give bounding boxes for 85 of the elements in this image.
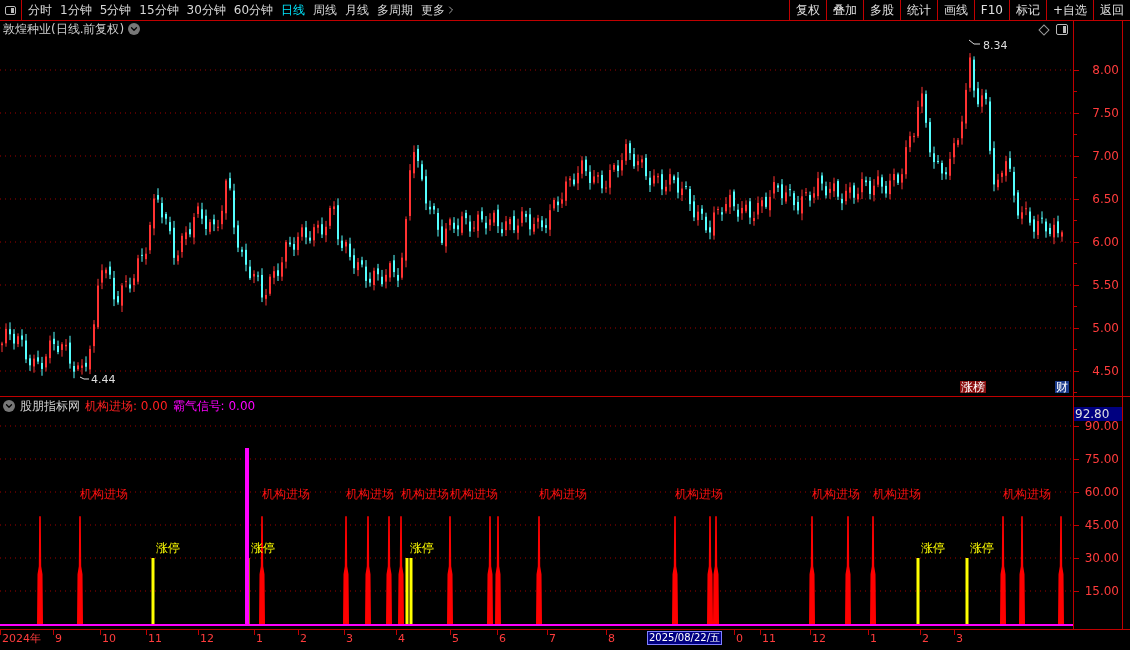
- high-price-label: 8.34: [983, 40, 1008, 51]
- time-axis-label: 2: [300, 633, 307, 644]
- period-tab[interactable]: 30分钟: [186, 4, 226, 16]
- time-axis-label: 3: [346, 633, 353, 644]
- collapse-icon[interactable]: [3, 400, 15, 412]
- limit-up-signal-bar: [151, 558, 155, 624]
- toolbar-button[interactable]: +自选: [1045, 0, 1093, 20]
- price-axis-label: 5.00: [1092, 322, 1119, 334]
- indicator-axis-label: 15.00: [1084, 585, 1119, 597]
- limit-up-label: 涨停: [921, 542, 945, 554]
- time-axis-label: 6: [499, 633, 506, 644]
- price-axis-label: 6.50: [1092, 193, 1119, 205]
- rank-badge[interactable]: 涨榜: [960, 381, 986, 393]
- toolbar-button[interactable]: 叠加: [825, 0, 863, 20]
- entry-signal-label: 机构进场: [80, 488, 128, 500]
- time-axis-label: 10: [102, 633, 116, 644]
- low-price-label: 4.44: [91, 374, 116, 385]
- time-axis-label: 7: [549, 633, 556, 644]
- entry-signal-label: 机构进场: [812, 488, 860, 500]
- time-axis-label: 12: [812, 633, 826, 644]
- cursor-date-label: 2025/08/22/五: [647, 631, 722, 645]
- indicator-name: 股朋指标网: [20, 400, 80, 412]
- time-axis-label: 1: [256, 633, 263, 644]
- time-axis-label: 11: [762, 633, 776, 644]
- entry-signal-label: 机构进场: [675, 488, 723, 500]
- price-axis-label: 4.50: [1092, 365, 1119, 377]
- more-menu[interactable]: 更多: [421, 4, 458, 16]
- dropdown-icon[interactable]: [128, 23, 141, 35]
- indicator-axis-label: 75.00: [1084, 453, 1119, 465]
- period-tab[interactable]: 60分钟: [233, 4, 274, 16]
- finance-badge[interactable]: 财: [1055, 381, 1069, 393]
- indicator-readout: 霸气信号: 0.00: [172, 400, 256, 412]
- price-axis-label: 7.50: [1092, 107, 1119, 119]
- limit-up-signal-bar: [916, 558, 920, 624]
- time-axis-label: 8: [608, 633, 615, 644]
- toolbar-button[interactable]: 多股: [862, 0, 900, 20]
- toolbar-button[interactable]: F10: [973, 0, 1009, 20]
- time-axis-label: 9: [55, 633, 62, 644]
- toolbar-button[interactable]: 返回: [1093, 0, 1130, 20]
- indicator-axis-label: 60.00: [1084, 486, 1119, 498]
- limit-up-label: 涨停: [970, 542, 994, 554]
- period-tab[interactable]: 15分钟: [139, 4, 179, 16]
- indicator-axis-label: 90.00: [1084, 420, 1119, 432]
- time-axis-label: 11: [148, 633, 162, 644]
- indicator-axis-label: 45.00: [1084, 519, 1119, 531]
- time-axis-label: 12: [200, 633, 214, 644]
- period-tab[interactable]: 月线: [345, 4, 370, 16]
- toolbar-button[interactable]: 统计: [899, 0, 937, 20]
- entry-signal-label: 机构进场: [450, 488, 498, 500]
- time-axis-label: 4: [398, 633, 405, 644]
- price-axis-label: 7.00: [1092, 150, 1119, 162]
- time-axis-label: 2: [922, 633, 929, 644]
- panel-toggle-icon[interactable]: [1056, 24, 1068, 35]
- toolbar-button[interactable]: 画线: [936, 0, 974, 20]
- limit-up-label: 涨停: [156, 542, 180, 554]
- limit-up-label: 涨停: [410, 542, 434, 554]
- entry-signal-label: 机构进场: [873, 488, 921, 500]
- entry-signal-label: 机构进场: [346, 488, 394, 500]
- time-axis-label: 3: [956, 633, 963, 644]
- time-axis-label: 2024年: [2, 633, 41, 644]
- period-tab[interactable]: 日线: [281, 4, 306, 16]
- chart-title: 敦煌种业(日线.前复权): [3, 23, 125, 35]
- price-axis-label: 8.00: [1092, 64, 1119, 76]
- period-tab[interactable]: 1分钟: [60, 4, 92, 16]
- entry-signal-label: 机构进场: [1003, 488, 1051, 500]
- toolbar-button[interactable]: 复权: [788, 0, 826, 20]
- price-axis-label: 6.00: [1092, 236, 1119, 248]
- high-leader-line: [968, 39, 981, 45]
- period-tab[interactable]: 多周期: [377, 4, 414, 16]
- indicator-readout: 机构进场: 0.00: [85, 400, 168, 412]
- entry-signal-label: 机构进场: [539, 488, 587, 500]
- indicator-axis-label: 30.00: [1084, 552, 1119, 564]
- time-axis-label: 1: [870, 633, 877, 644]
- limit-up-signal-bar: [965, 558, 969, 624]
- entry-signal-label: 机构进场: [262, 488, 310, 500]
- low-leader-line: [79, 376, 90, 380]
- period-tab[interactable]: 周线: [313, 4, 338, 16]
- time-axis-label: 0: [736, 633, 743, 644]
- entry-signal-label: 机构进场: [401, 488, 449, 500]
- price-axis-label: 5.50: [1092, 279, 1119, 291]
- current-value-label: 92.80: [1074, 407, 1122, 421]
- time-axis-label: 5: [452, 633, 459, 644]
- toolbar-button[interactable]: 标记: [1008, 0, 1046, 20]
- period-tab[interactable]: 分时: [28, 4, 52, 16]
- period-tab[interactable]: 5分钟: [99, 4, 132, 16]
